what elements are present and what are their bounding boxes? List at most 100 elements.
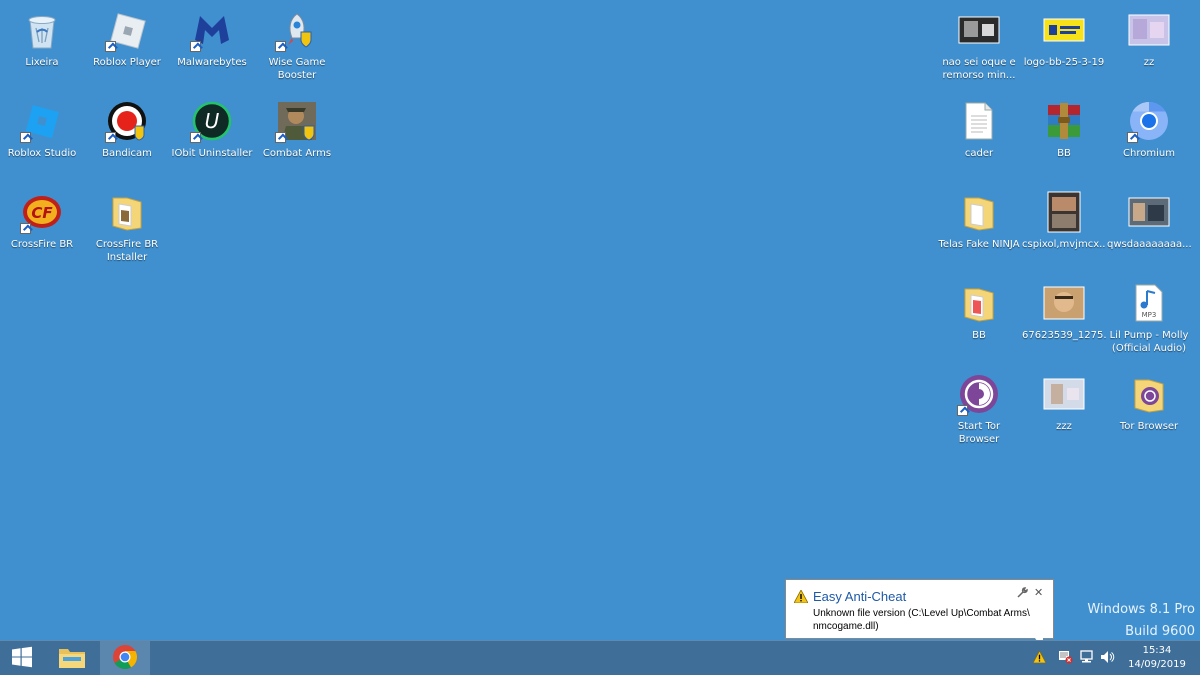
roblox-studio-icon xyxy=(20,99,64,143)
desktop-icon-label: nao sei oque e remorso min... xyxy=(942,57,1016,81)
desktop-icon-label: Lixeira xyxy=(25,57,59,68)
desktop-icon-image-remorso[interactable]: nao sei oque e remorso min... xyxy=(937,8,1021,92)
desktop-icon-label: cader xyxy=(964,148,994,159)
system-tray xyxy=(1032,641,1115,675)
desktop-icon-cspixol[interactable]: cspixol,mvjmcx... xyxy=(1022,190,1106,274)
desktop-icon-label: cspixol,mvjmcx... xyxy=(1022,239,1106,250)
desktop-icon-zzz[interactable]: zzz xyxy=(1022,372,1106,456)
taskbar: 15:34 14/09/2019 xyxy=(0,640,1200,675)
desktop-icon-combat-arms[interactable]: Combat Arms xyxy=(255,99,339,183)
desktop-icon-crossfire-br[interactable]: CF CrossFire BR xyxy=(0,190,84,274)
image-thumbnail-icon xyxy=(1042,372,1086,416)
desktop-icon-tor-browser[interactable]: Tor Browser xyxy=(1107,372,1191,456)
desktop-icon-label: IObit Uninstaller xyxy=(171,148,253,159)
roblox-player-icon xyxy=(105,8,149,52)
desktop-icon-lixeira[interactable]: Lixeira xyxy=(0,8,84,92)
warning-icon xyxy=(793,589,809,604)
image-thumbnail-icon xyxy=(957,8,1001,52)
desktop-icon-label: zz xyxy=(1143,57,1155,68)
desktop-icon-logo-bb[interactable]: logo-bb-25-3-19 xyxy=(1022,8,1106,92)
tor-folder-icon xyxy=(1127,372,1171,416)
wrench-icon[interactable] xyxy=(1017,587,1028,601)
chromium-icon xyxy=(1127,99,1171,143)
desktop-icon-qwsda[interactable]: qwsdaaaaaaaa... xyxy=(1107,190,1191,274)
desktop-icon-label: Combat Arms xyxy=(262,148,332,159)
svg-text:CF: CF xyxy=(31,204,53,222)
windows-build-watermark: Build 9600 xyxy=(1125,624,1195,639)
warning-icon[interactable] xyxy=(1032,649,1047,666)
bandicam-icon xyxy=(105,99,149,143)
desktop-icon-label: Lil Pump - Molly (Official Audio) xyxy=(1109,330,1189,354)
iobit-uninstaller-icon: U xyxy=(190,99,234,143)
desktop-icon-crossfire-installer[interactable]: CrossFire BR Installer xyxy=(85,190,169,274)
desktop-icon-67623539[interactable]: 67623539_1275... xyxy=(1022,281,1106,365)
desktop-icon-start-tor-browser[interactable]: Start Tor Browser xyxy=(937,372,1021,456)
desktop-icon-iobit-uninstaller[interactable]: U IObit Uninstaller xyxy=(170,99,254,183)
file-explorer-icon xyxy=(58,645,86,672)
svg-text:MP3: MP3 xyxy=(1142,311,1157,319)
chrome-icon xyxy=(112,644,138,673)
image-thumbnail-icon xyxy=(1127,8,1171,52)
desktop-icon-chromium[interactable]: Chromium xyxy=(1107,99,1191,183)
desktop-icon-label: zzz xyxy=(1056,421,1072,432)
desktop-icon-wise-game-booster[interactable]: Wise Game Booster xyxy=(255,8,339,92)
notification-close-button[interactable]: ✕ xyxy=(1034,586,1043,599)
banco-do-brasil-logo-icon xyxy=(1042,8,1086,52)
windows-start-icon xyxy=(11,646,33,671)
desktop: Lixeira Roblox Player Malwarebytes Wise … xyxy=(0,0,1200,650)
windows-edition-watermark: Windows 8.1 Pro xyxy=(1087,602,1195,617)
desktop-icon-label: Wise Game Booster xyxy=(268,57,326,81)
folder-icon xyxy=(957,281,1001,325)
desktop-icon-label: Start Tor Browser xyxy=(957,421,1001,445)
notification-message: Unknown file version (C:\Level Up\Combat… xyxy=(813,608,1030,632)
network-icon[interactable] xyxy=(1079,649,1094,667)
desktop-icon-lil-pump-mp3[interactable]: MP3 Lil Pump - Molly (Official Audio) xyxy=(1107,281,1191,365)
clock-time: 15:34 xyxy=(1142,645,1172,656)
easy-anticheat-notification[interactable]: Easy Anti-Cheat Unknown file version (C:… xyxy=(785,579,1054,650)
taskbar-file-explorer[interactable] xyxy=(48,641,96,675)
desktop-icon-label: qwsdaaaaaaaa... xyxy=(1107,239,1191,250)
desktop-icon-bb-archive[interactable]: BB xyxy=(1022,99,1106,183)
clock-date: 14/09/2019 xyxy=(1128,659,1186,670)
winrar-archive-icon xyxy=(1042,99,1086,143)
desktop-icon-label: logo-bb-25-3-19 xyxy=(1023,57,1105,68)
desktop-icon-label: Roblox Player xyxy=(93,57,161,68)
notification-title: Easy Anti-Cheat xyxy=(813,589,907,604)
desktop-icon-roblox-player[interactable]: Roblox Player xyxy=(85,8,169,92)
tor-browser-icon xyxy=(957,372,1001,416)
desktop-icon-label: Malwarebytes xyxy=(177,57,247,68)
desktop-icon-zz[interactable]: zz xyxy=(1107,8,1191,92)
combat-arms-icon xyxy=(275,99,319,143)
taskbar-clock[interactable]: 15:34 14/09/2019 xyxy=(1126,644,1188,672)
action-center-icon[interactable] xyxy=(1058,650,1073,667)
desktop-icon-label: BB xyxy=(972,330,986,341)
desktop-icon-malwarebytes[interactable]: Malwarebytes xyxy=(170,8,254,92)
desktop-icon-label: 67623539_1275... xyxy=(1022,330,1106,341)
desktop-icon-bb-folder[interactable]: BB xyxy=(937,281,1021,365)
folder-icon xyxy=(957,190,1001,234)
image-thumbnail-icon xyxy=(1042,281,1086,325)
text-file-icon xyxy=(957,99,1001,143)
wise-game-booster-icon xyxy=(275,8,319,52)
desktop-icon-label: Roblox Studio xyxy=(7,148,77,159)
desktop-icon-label: CrossFire BR xyxy=(10,239,74,250)
malwarebytes-icon xyxy=(190,8,234,52)
image-thumbnail-icon xyxy=(1042,190,1086,234)
desktop-icon-label: CrossFire BR Installer xyxy=(95,239,159,263)
desktop-icon-label: Chromium xyxy=(1123,148,1175,159)
folder-icon xyxy=(105,190,149,234)
start-button[interactable] xyxy=(0,641,44,675)
desktop-icon-label: Tor Browser xyxy=(1119,421,1179,432)
image-thumbnail-icon xyxy=(1127,190,1171,234)
desktop-icon-label: Bandicam xyxy=(102,148,152,159)
recycle-bin-icon xyxy=(20,8,64,52)
svg-text:U: U xyxy=(205,109,220,133)
taskbar-chrome[interactable] xyxy=(100,641,150,675)
desktop-icon-label: Telas Fake NINJA xyxy=(938,239,1020,250)
desktop-icon-roblox-studio[interactable]: Roblox Studio xyxy=(0,99,84,183)
volume-icon[interactable] xyxy=(1100,650,1115,667)
desktop-icon-cader[interactable]: cader xyxy=(937,99,1021,183)
desktop-icon-bandicam[interactable]: Bandicam xyxy=(85,99,169,183)
desktop-icon-label: BB xyxy=(1057,148,1071,159)
desktop-icon-telas-fake-ninja[interactable]: Telas Fake NINJA xyxy=(937,190,1021,274)
